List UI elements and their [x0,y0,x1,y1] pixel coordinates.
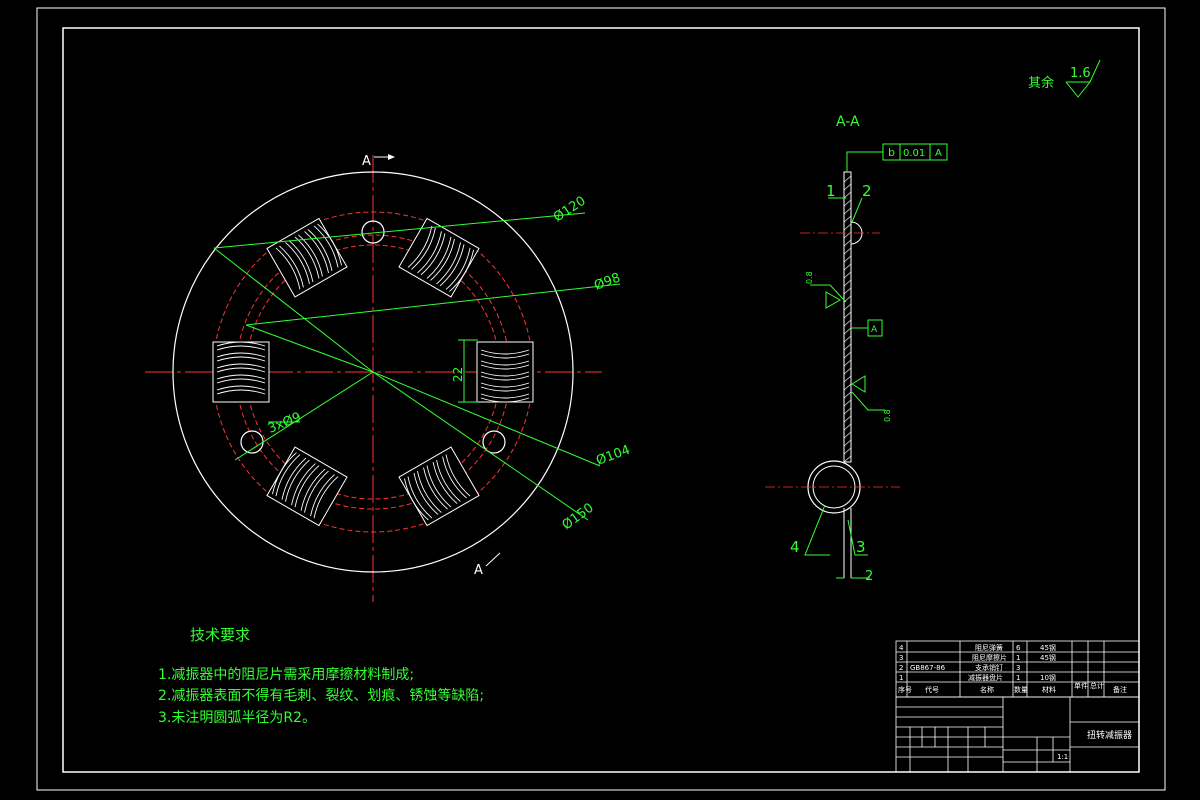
roughness-prefix: 其余 [1028,75,1054,91]
callout-3: 3 [856,538,866,556]
cut-mark-bottom: A [474,563,483,578]
bom-header-qty: 数量 [1014,685,1028,694]
bom-header-remark: 备注 [1113,685,1127,694]
spring-window [212,341,270,403]
bom-row-3-name: 阻尼摩擦片 [972,653,1007,662]
bom-row-2-code: GB867-86 [910,664,946,672]
callout-4: 4 [790,538,800,556]
spring-window [398,217,480,298]
dim-d120: Ø120 [551,194,589,226]
bom-header-total: 总计 [1090,681,1104,690]
bom-row-2-qty: 3 [1016,664,1020,672]
title-block-name: 扭转减振器 [1087,729,1132,741]
tolerance-datum: A [935,148,942,159]
plate-hatch [843,175,852,463]
drawing-canvas: Ø120 Ø98 Ø104 Ø150 3xØ9 22 A A A-A 1 2 3… [36,7,1166,791]
tech-req-title: 技术要求 [190,626,250,644]
dim-holes: 3xØ9 [266,410,304,437]
surface-roughness: 其余 1.6 [1028,59,1101,98]
cut-mark-top: A [362,154,371,169]
bom-row-3-material: 45钢 [1040,653,1056,662]
dim-d150: Ø150 [560,501,597,534]
bom-row-4-qty: 6 [1016,644,1021,652]
tolerance-symbol: b [888,146,895,159]
bom-row-2-no: 2 [899,664,903,672]
tech-req-item-3: 3.未注明圆弧半径为R2。 [158,710,316,726]
bom-row-4-name: 阻尼弹簧 [975,643,1003,652]
tech-req-item-1: 1.减振器中的阻尼片需采用摩擦材料制成; [158,666,414,683]
title-block-scale: 1:1 [1057,753,1068,761]
section-label: A-A [836,114,860,130]
weld-lower: 0.8 [883,409,892,422]
roughness-value: 1.6 [1070,66,1091,81]
bom-row-2-name: 支承销钉 [975,663,1003,672]
callout-1: 1 [826,182,836,200]
datum-label: A [871,325,878,335]
dim-d98: Ø98 [592,271,622,294]
bom-header-code: 代号 [925,685,939,694]
spring-window [398,446,480,527]
bom-rows: 4 阻尼弹簧 6 45钢 3 阻尼摩擦片 1 45钢 2 GB867-86 支承… [898,643,1127,694]
dim-d104: Ø104 [594,443,632,469]
bom-row-1-material: 10钢 [1040,673,1056,682]
dim-thickness: 2 [865,569,873,584]
bom-row-1-no: 1 [899,674,903,682]
front-view: Ø120 Ø98 Ø104 Ø150 3xØ9 22 A A [145,154,632,602]
technical-requirements: 技术要求 1.减振器中的阻尼片需采用摩擦材料制成; 2.减振器表面不得有毛刺、裂… [158,626,484,726]
section-view: A-A 1 2 3 4 2 b 0.01 A A 0.8 0.8 [765,114,948,584]
bom-header-unit: 单件 [1074,681,1088,690]
bom-row-1-name: 减振器盘片 [968,673,1003,682]
tech-req-item-2: 2.减振器表面不得有毛刺、裂纹、划痕、锈蚀等缺陷; [158,687,484,704]
spring-window [266,446,348,527]
bom-row-3-no: 3 [899,654,903,662]
bom-row-4-no: 4 [899,644,904,652]
dim-slot: 22 [451,367,465,382]
bom-header-material: 材料 [1042,685,1056,694]
bom-header-name: 名称 [980,685,994,694]
spring-window [476,341,534,403]
bom-row-3-qty: 1 [1016,654,1020,662]
spring-window [266,217,348,298]
callout-2: 2 [862,182,872,200]
weld-upper: 0.8 [805,271,814,284]
tolerance-value: 0.01 [903,148,925,159]
bom-header-no: 序号 [898,685,912,694]
bom-row-4-material: 45钢 [1040,643,1056,652]
bom-row-1-qty: 1 [1016,674,1020,682]
